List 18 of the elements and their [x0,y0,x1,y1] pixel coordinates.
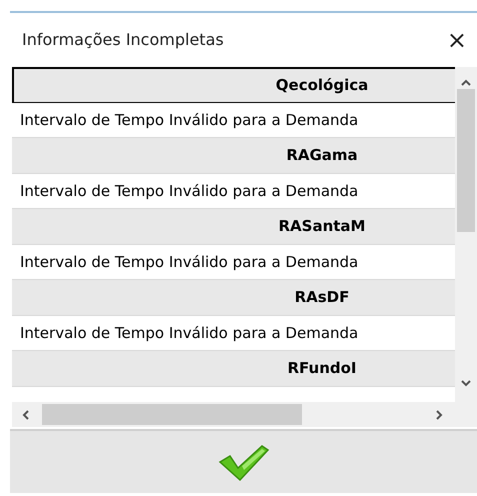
scrollbar-thumb[interactable] [42,404,302,425]
group-header-row[interactable]: RAGama [12,138,455,174]
message-row[interactable]: Intervalo de Tempo Inválido para a Demanda [12,244,455,280]
message-row[interactable]: Intervalo de Tempo Inválido para a Demanda [12,102,455,138]
checkmark-icon [218,442,270,482]
scroll-right-icon[interactable] [436,410,443,420]
scrollbar-thumb[interactable] [457,89,475,232]
group-header-row[interactable]: Qecológica [12,67,455,102]
group-header-row[interactable]: RASantaM [12,209,455,244]
message-row[interactable]: Intervalo de Tempo Inválido para a Demanda [12,174,455,209]
scroll-down-icon[interactable] [461,380,471,387]
group-header-row[interactable]: RFundoI [12,351,455,386]
group-header-row[interactable]: RAsDF [12,280,455,316]
scroll-left-icon[interactable] [22,410,29,420]
message-row[interactable]: Intervalo de Tempo Inválido para a Demanda [12,316,455,351]
close-button[interactable]: × [442,28,471,52]
window-title: Informações Incompletas [22,29,224,51]
scroll-up-icon[interactable] [461,79,471,86]
